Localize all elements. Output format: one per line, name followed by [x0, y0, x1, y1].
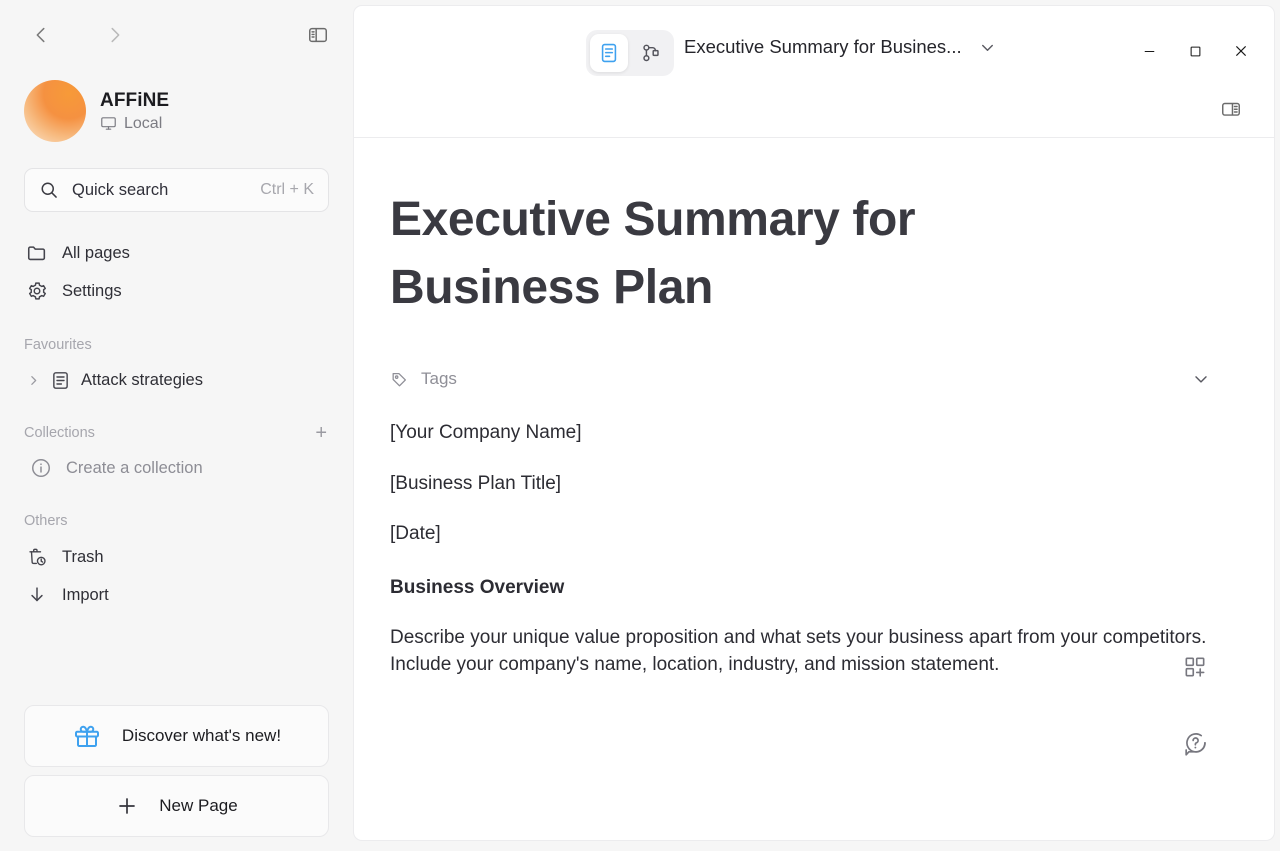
discover-label: Discover what's new! [121, 726, 282, 745]
tab-edgeless-mode[interactable] [632, 34, 670, 72]
doc-paragraph[interactable]: [Your Company Name] [390, 419, 1210, 447]
avatar [24, 80, 86, 142]
new-page-button[interactable]: New Page [24, 775, 329, 837]
sidebar-item-label: Trash [62, 547, 104, 566]
workspace-text: AFFiNE Local [100, 90, 169, 133]
section-header-favourites: Favourites [0, 332, 353, 358]
tag-icon [390, 370, 409, 389]
workspace-sync-label: Local [124, 114, 163, 132]
section-header-collections: Collections + [0, 420, 353, 446]
add-collection-button[interactable]: + [315, 423, 327, 443]
search-icon [39, 180, 59, 200]
sidebar-item-trash[interactable]: Trash [18, 538, 335, 576]
gift-icon [72, 721, 102, 751]
main-window: Executive Summary for Busines... Executi… [353, 5, 1275, 841]
arrow-down-icon [26, 584, 48, 606]
chevron-down-icon[interactable] [978, 38, 997, 57]
add-block-icon[interactable] [1178, 650, 1212, 684]
right-sidebar-toggle-icon[interactable] [1214, 92, 1248, 126]
close-icon[interactable] [1218, 30, 1264, 72]
editor-subbar [354, 80, 1274, 138]
section-title: Favourites [24, 337, 92, 353]
create-collection-button[interactable]: Create a collection [18, 450, 335, 486]
chevron-right-icon[interactable] [26, 374, 40, 387]
document-body: Executive Summary for Business Plan Tags… [354, 138, 1274, 840]
section-header-others: Others [0, 508, 353, 534]
doc-paragraph[interactable]: [Business Plan Title] [390, 470, 1210, 498]
doc-paragraph[interactable]: Describe your unique value proposition a… [390, 624, 1214, 679]
search-shortcut: Ctrl + K [260, 181, 314, 198]
window-controls [1126, 30, 1264, 72]
others-nav: Trash Import [0, 538, 353, 614]
page-title[interactable]: Executive Summary for Business Plan [390, 186, 1030, 322]
nav-forward-button[interactable] [98, 18, 132, 52]
tags-row[interactable]: Tags [390, 362, 1214, 396]
floating-actions [1178, 650, 1212, 802]
doc-icon [50, 370, 71, 391]
sidebar-item-label: Settings [62, 281, 122, 300]
gear-icon [26, 280, 48, 302]
plus-icon [115, 794, 139, 818]
sidebar-item-attack-strategies[interactable]: Attack strategies [18, 362, 335, 398]
doc-heading[interactable]: Business Overview [390, 574, 1210, 602]
app-window: AFFiNE Local Quick search Ctrl + K All p… [0, 0, 1280, 851]
editor-mode-switch [586, 30, 674, 76]
sidebar-bottom-actions: Discover what's new! New Page [0, 697, 353, 851]
chevron-down-icon[interactable] [1191, 369, 1211, 389]
doc-paragraph[interactable]: [Date] [390, 520, 1210, 548]
trash-clock-icon [26, 546, 48, 568]
workspace-sync-status: Local [100, 115, 169, 133]
sidebar-item-all-pages[interactable]: All pages [18, 234, 335, 272]
discover-whats-new-button[interactable]: Discover what's new! [24, 705, 329, 767]
tab-page-mode[interactable] [590, 34, 628, 72]
titlebar: Executive Summary for Busines... [354, 6, 1274, 80]
new-page-label: New Page [159, 796, 238, 815]
sidebar-nav: All pages Settings [0, 234, 353, 310]
workspace-name: AFFiNE [100, 89, 170, 111]
folder-icon [26, 242, 48, 264]
sidebar-item-label: Import [62, 585, 109, 604]
sidebar: AFFiNE Local Quick search Ctrl + K All p… [0, 0, 353, 851]
doc-title-dropdown[interactable]: Executive Summary for Busines... [684, 36, 997, 58]
create-collection-label: Create a collection [66, 458, 203, 477]
maximize-icon[interactable] [1172, 30, 1218, 72]
sidebar-item-import[interactable]: Import [18, 576, 335, 614]
sidebar-item-label: All pages [62, 243, 130, 262]
workspace-selector[interactable]: AFFiNE Local [0, 70, 353, 142]
info-icon [30, 457, 52, 479]
nav-back-button[interactable] [24, 18, 58, 52]
search-input[interactable]: Quick search Ctrl + K [24, 168, 329, 212]
search-placeholder: Quick search [72, 180, 169, 199]
monitor-icon [100, 115, 117, 132]
help-bubble-icon[interactable] [1178, 726, 1212, 760]
tags-label: Tags [421, 369, 457, 389]
sidebar-item-settings[interactable]: Settings [18, 272, 335, 310]
section-title: Others [24, 513, 68, 529]
minimize-icon[interactable] [1126, 30, 1172, 72]
sidebar-item-label: Attack strategies [81, 370, 203, 389]
section-title: Collections [24, 425, 95, 441]
doc-title-text: Executive Summary for Busines... [684, 36, 962, 57]
sidebar-topbar [0, 0, 353, 70]
sidebar-collapse-icon[interactable] [301, 18, 335, 52]
